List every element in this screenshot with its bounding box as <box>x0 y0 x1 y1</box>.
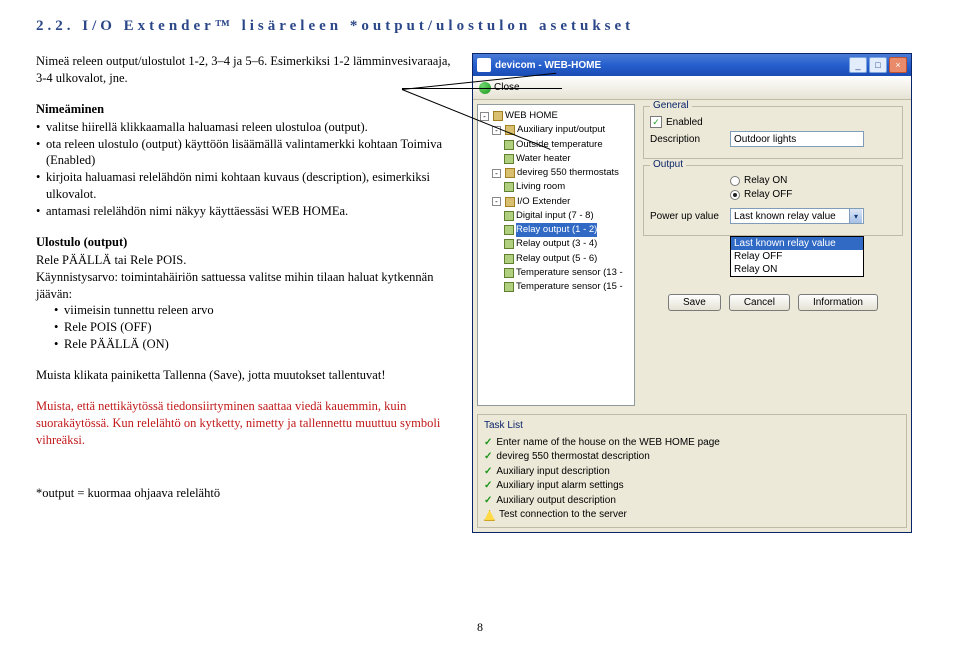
window-frame: devicom - WEB-HOME _ □ × Close -WEB HOME… <box>472 53 912 533</box>
close-button[interactable]: Close <box>479 82 520 94</box>
check-icon: ✓ <box>484 436 492 451</box>
window-title: devicom - WEB-HOME <box>491 60 847 71</box>
group-title: Output <box>650 159 686 170</box>
intro-para: Nimeä releen output/ulostulot 1-2, 3–4 j… <box>36 53 456 87</box>
task-item: Auxiliary input description <box>496 465 609 480</box>
dropdown-list[interactable]: Last known relay value Relay OFF Relay O… <box>730 236 864 277</box>
leaf-icon <box>504 239 514 249</box>
leaf-icon <box>504 282 514 292</box>
relay-on-label: Relay ON <box>744 175 787 186</box>
tree-node[interactable]: Living room <box>516 180 565 194</box>
output-line: Rele PÄÄLLÄ tai Rele POIS. <box>36 252 456 269</box>
tree-pane[interactable]: -WEB HOME -Auxiliary input/output Outsid… <box>477 104 635 406</box>
app-icon <box>477 58 491 72</box>
close-icon <box>479 82 491 94</box>
enabled-label: Enabled <box>666 117 703 128</box>
tree-node[interactable]: Outside temperature <box>516 138 603 152</box>
output-line: Käynnistysarvo: toimintahäiriön sattuess… <box>36 269 456 303</box>
relay-off-radio[interactable] <box>730 190 740 200</box>
section-heading: 2.2. I/O Extender™ lisäreleen *output/ul… <box>36 18 924 35</box>
output-group: Output Relay ON Relay OFF Power up value… <box>643 165 903 236</box>
maximize-button[interactable]: □ <box>869 57 887 73</box>
leaf-icon <box>504 254 514 264</box>
bullet-item: valitse hiirellä klikkaamalla haluamasi … <box>36 119 456 136</box>
folder-icon <box>493 111 503 121</box>
task-item: Enter name of the house on the WEB HOME … <box>496 436 719 451</box>
save-reminder: Muista klikata painiketta Tallenna (Save… <box>36 367 456 384</box>
leaf-icon <box>504 182 514 192</box>
check-icon: ✓ <box>484 450 492 465</box>
output-subhead: Ulostulo (output) <box>36 234 456 251</box>
tree-node[interactable]: Relay output (3 - 4) <box>516 237 597 251</box>
cancel-button[interactable]: Cancel <box>729 294 790 311</box>
naming-subhead: Nimeäminen <box>36 101 456 118</box>
tree-node[interactable]: devireg 550 thermostats <box>517 166 619 180</box>
group-title: General <box>650 100 692 111</box>
description-input[interactable] <box>730 131 864 147</box>
bullet-item: kirjoita haluamasi relelähdön nimi kohta… <box>36 169 456 203</box>
close-window-button[interactable]: × <box>889 57 907 73</box>
task-item: Test connection to the server <box>499 508 627 523</box>
save-button[interactable]: Save <box>668 294 721 311</box>
leaf-icon <box>504 140 514 150</box>
tree-node[interactable]: Water heater <box>516 152 571 166</box>
folder-icon <box>505 125 515 135</box>
bullet-item: Rele POIS (OFF) <box>54 319 456 336</box>
powerup-label: Power up value <box>650 211 730 222</box>
task-item: Auxiliary output description <box>496 494 616 509</box>
leaf-icon <box>504 154 514 164</box>
bullet-item: ota releen ulostulo (output) käyttöön li… <box>36 136 456 170</box>
bullet-item: Rele PÄÄLLÄ (ON) <box>54 336 456 353</box>
tree-node[interactable]: Relay output (5 - 6) <box>516 252 597 266</box>
bullet-item: antamasi relelähdön nimi näkyy käyttäess… <box>36 203 456 220</box>
network-note: Muista, että nettikäytössä tiedonsiirtym… <box>36 398 456 449</box>
tree-node[interactable]: Digital input (7 - 8) <box>516 209 594 223</box>
form-pane: General ✓ Enabled Description Output Rel… <box>635 100 911 410</box>
task-item: devireg 550 thermostat description <box>496 450 649 465</box>
general-group: General ✓ Enabled Description <box>643 106 903 159</box>
warning-icon <box>484 510 495 521</box>
relay-off-label: Relay OFF <box>744 189 792 200</box>
dropdown-selected: Last known relay value <box>734 211 836 222</box>
tree-node[interactable]: Temperature sensor (13 - <box>516 266 623 280</box>
leaf-icon <box>504 225 514 235</box>
tree-root[interactable]: WEB HOME <box>505 109 558 123</box>
task-list: Task List ✓ Enter name of the house on th… <box>477 414 907 528</box>
relay-on-radio[interactable] <box>730 176 740 186</box>
powerup-dropdown[interactable]: Last known relay value ▾ <box>730 208 864 224</box>
tree-node[interactable]: Temperature sensor (15 - <box>516 280 623 294</box>
check-icon: ✓ <box>484 479 492 494</box>
page-number: 8 <box>477 620 483 635</box>
folder-icon <box>505 168 515 178</box>
title-bar: devicom - WEB-HOME _ □ × <box>473 54 911 76</box>
tree-node[interactable]: I/O Extender <box>517 195 570 209</box>
description-label: Description <box>650 134 730 145</box>
check-icon: ✓ <box>484 465 492 480</box>
dropdown-option[interactable]: Last known relay value <box>731 237 863 250</box>
footnote: *output = kuormaa ohjaava relelähtö <box>36 485 456 502</box>
folder-icon <box>505 197 515 207</box>
text-column: Nimeä releen output/ulostulot 1-2, 3–4 j… <box>36 53 456 533</box>
leaf-icon <box>504 268 514 278</box>
screenshot-panel: devicom - WEB-HOME _ □ × Close -WEB HOME… <box>472 53 912 533</box>
task-item: Auxiliary input alarm settings <box>496 479 623 494</box>
minimize-button[interactable]: _ <box>849 57 867 73</box>
dropdown-option[interactable]: Relay OFF <box>731 250 863 263</box>
tasklist-title: Task List <box>484 419 900 434</box>
tree-node[interactable]: Auxiliary input/output <box>517 123 605 137</box>
toolbar: Close <box>473 76 911 100</box>
tree-node-selected[interactable]: Relay output (1 - 2) <box>516 223 597 237</box>
check-icon: ✓ <box>484 494 492 509</box>
dropdown-option[interactable]: Relay ON <box>731 263 863 276</box>
leaf-icon <box>504 211 514 221</box>
close-label: Close <box>494 82 520 93</box>
chevron-down-icon[interactable]: ▾ <box>849 209 862 223</box>
bullet-item: viimeisin tunnettu releen arvo <box>54 302 456 319</box>
information-button[interactable]: Information <box>798 294 878 311</box>
enabled-checkbox[interactable]: ✓ <box>650 116 662 128</box>
